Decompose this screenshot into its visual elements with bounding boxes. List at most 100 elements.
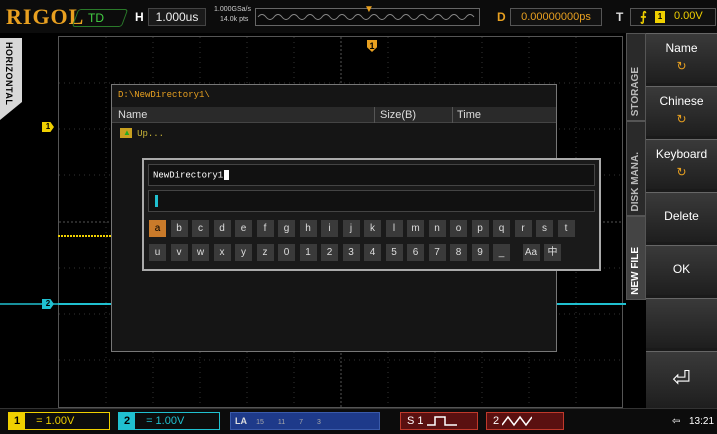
ok-button-label: OK	[672, 262, 691, 276]
key-case-toggle[interactable]: Aa	[522, 244, 540, 261]
tab-storage-label: STORAGE	[630, 66, 641, 116]
col-divider	[452, 107, 453, 123]
rotate-knob-icon: ↻	[676, 112, 687, 126]
key-y[interactable]: y	[235, 244, 252, 261]
tab-disk-manage-label: DISK MANA.	[630, 151, 641, 211]
key-0[interactable]: 0	[278, 244, 295, 261]
key-c[interactable]: c	[192, 220, 209, 237]
keyboard-button-label: Keyboard	[655, 147, 708, 161]
softkey-menu: Name ↻ Chinese ↻ Keyboard ↻ Delete OK ⏎	[646, 33, 717, 408]
folder-up-icon: ▲	[120, 128, 132, 139]
file-row-name: Up...	[137, 129, 165, 139]
ok-button[interactable]: OK	[646, 245, 717, 295]
preview-cursor	[155, 195, 158, 207]
pulse-icon	[426, 416, 457, 426]
key-k[interactable]: k	[364, 220, 381, 237]
la-group-label: 7	[299, 419, 304, 426]
name-button-label: Name	[665, 41, 698, 55]
key-4[interactable]: 4	[364, 244, 381, 261]
key-o[interactable]: o	[450, 220, 467, 237]
key-row-1: abcdefghijklmnopqrst	[149, 220, 595, 239]
rotate-knob-icon: ↻	[676, 165, 687, 179]
col-time: Time	[457, 109, 482, 121]
la-label: LA	[235, 416, 247, 426]
usb-icon: ⇦	[672, 416, 681, 427]
key-d[interactable]: d	[213, 220, 231, 237]
la-group-label: 11	[277, 419, 286, 426]
ch1-number: 1	[9, 413, 25, 429]
empty-softkey[interactable]	[646, 298, 717, 348]
key-e[interactable]: e	[235, 220, 252, 237]
filename-input[interactable]: NewDirectory1	[148, 164, 595, 186]
tab-new-file[interactable]: NEW FILE	[626, 216, 646, 300]
s1-label: S 1	[407, 415, 424, 427]
file-row-up[interactable]: ▲ Up...	[120, 127, 164, 141]
key-9[interactable]: 9	[471, 244, 489, 261]
chinese-button[interactable]: Chinese ↻	[646, 86, 717, 136]
key-s[interactable]: s	[536, 220, 553, 237]
key-n[interactable]: n	[428, 220, 446, 237]
ch2-scale: = 1.00V	[146, 415, 185, 427]
la-groups: 15 11 7 3	[250, 415, 321, 427]
name-button[interactable]: Name ↻	[646, 33, 717, 83]
key-l[interactable]: l	[385, 220, 403, 237]
key-f[interactable]: f	[256, 220, 274, 237]
chinese-button-label: Chinese	[659, 94, 704, 108]
key-row-2: u v w x y z 0 1 2 3 4 5 6 7 8 9 _ Aa 中	[149, 244, 595, 263]
menu-tabs: STORAGE DISK MANA. NEW FILE	[626, 33, 646, 300]
key-m[interactable]: m	[407, 220, 424, 237]
serial-bus-1[interactable]: S 1	[400, 412, 478, 430]
key-i[interactable]: i	[321, 220, 338, 237]
col-divider	[374, 107, 375, 123]
ch1-scale: = 1.00V	[36, 415, 75, 427]
key-h[interactable]: h	[299, 220, 317, 237]
key-g[interactable]: g	[278, 220, 295, 237]
la-group-label: 15	[256, 419, 264, 426]
file-list-header: Name Size(B) Time	[112, 107, 556, 123]
ch1-scale-box[interactable]: 1 = 1.00V	[8, 412, 110, 430]
wave-icon	[501, 415, 533, 427]
key-v[interactable]: v	[170, 244, 188, 261]
key-q[interactable]: q	[493, 220, 510, 237]
serial-bus-2[interactable]: 2	[486, 412, 564, 430]
delete-button-label: Delete	[664, 209, 699, 223]
keyboard-button[interactable]: Keyboard ↻	[646, 139, 717, 189]
ch2-scale-box[interactable]: 2 = 1.00V	[118, 412, 220, 430]
key-w[interactable]: w	[192, 244, 209, 261]
key-2[interactable]: 2	[321, 244, 338, 261]
key-z[interactable]: z	[256, 244, 274, 261]
key-u[interactable]: u	[149, 244, 166, 261]
s2-label: 2	[493, 415, 500, 427]
key-chinese[interactable]: 中	[544, 244, 561, 261]
tab-new-file-label: NEW FILE	[630, 247, 641, 295]
la-group-label: 3	[317, 419, 321, 426]
key-t[interactable]: t	[557, 220, 575, 237]
key-p[interactable]: p	[471, 220, 489, 237]
key-b[interactable]: b	[170, 220, 188, 237]
text-cursor	[224, 170, 230, 180]
filename-text: NewDirectory1	[153, 170, 224, 181]
col-name: Name	[118, 109, 148, 121]
col-size: Size(B)	[380, 109, 417, 121]
key-5[interactable]: 5	[385, 244, 403, 261]
key-r[interactable]: r	[514, 220, 532, 237]
key-j[interactable]: j	[342, 220, 360, 237]
return-icon: ⏎	[672, 366, 691, 391]
return-button[interactable]: ⏎	[646, 351, 717, 408]
delete-button[interactable]: Delete	[646, 192, 717, 242]
ch2-number: 2	[119, 413, 135, 429]
tab-disk-manage[interactable]: DISK MANA.	[626, 121, 646, 216]
current-path: D:\NewDirectory1\	[118, 90, 210, 100]
key-3[interactable]: 3	[342, 244, 360, 261]
tab-storage[interactable]: STORAGE	[626, 33, 646, 121]
clock-time: 13:21	[689, 416, 715, 427]
key-1[interactable]: 1	[299, 244, 317, 261]
key-7[interactable]: 7	[428, 244, 446, 261]
la-box[interactable]: LA 15 11 7 3	[230, 412, 380, 430]
key-6[interactable]: 6	[407, 244, 424, 261]
key-a[interactable]: a	[149, 220, 166, 237]
key-8[interactable]: 8	[450, 244, 467, 261]
key-x[interactable]: x	[213, 244, 231, 261]
input-preview[interactable]	[148, 190, 595, 212]
key-_[interactable]: _	[493, 244, 510, 261]
